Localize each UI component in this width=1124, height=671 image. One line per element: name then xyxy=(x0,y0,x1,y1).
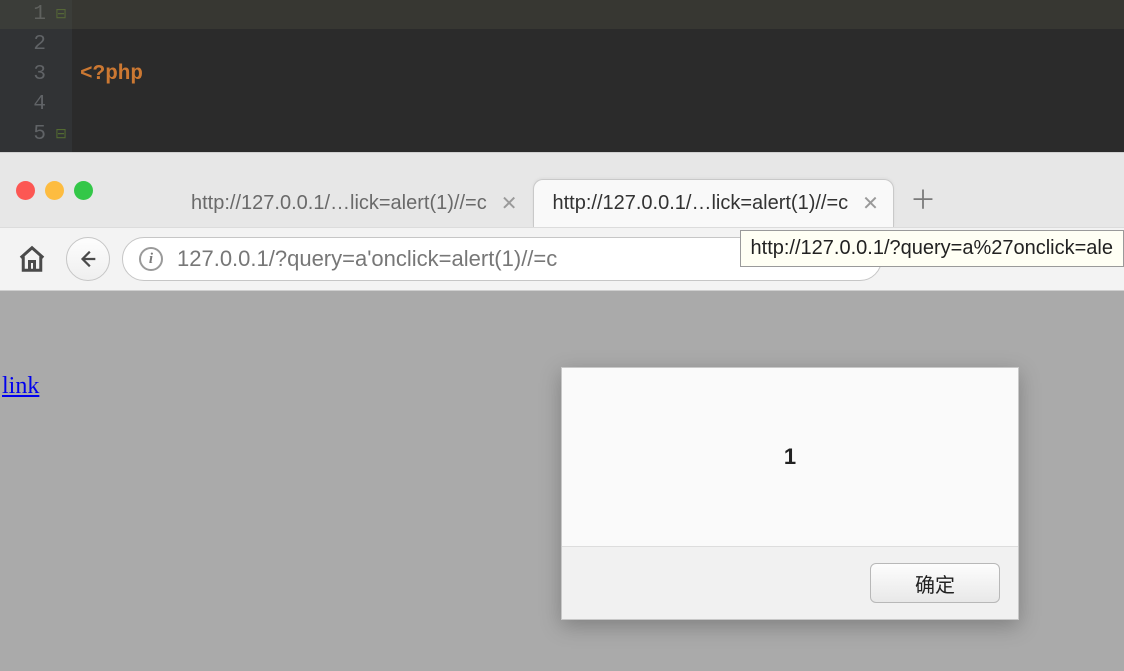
tab-label: http://127.0.0.1/…lick=alert(1)//=c xyxy=(191,192,487,215)
zoom-window-button[interactable] xyxy=(74,181,93,200)
tab-bar: http://127.0.0.1/…lick=alert(1)//=c ✕ ht… xyxy=(0,153,1124,227)
minimize-window-button[interactable] xyxy=(45,181,64,200)
browser-tab-active[interactable]: http://127.0.0.1/…lick=alert(1)//=c ✕ xyxy=(533,179,893,227)
tabs: http://127.0.0.1/…lick=alert(1)//=c ✕ ht… xyxy=(173,153,936,227)
line-number: 4 xyxy=(0,90,46,120)
home-button[interactable] xyxy=(10,237,54,281)
browser-window: http://127.0.0.1/…lick=alert(1)//=c ✕ ht… xyxy=(0,152,1124,671)
js-alert-dialog: 1 确定 xyxy=(561,367,1019,620)
code-body[interactable]: <?php $query = $_GET['query']; echo "<a … xyxy=(72,0,592,152)
close-window-button[interactable] xyxy=(16,181,35,200)
alert-footer: 确定 xyxy=(562,546,1018,619)
alert-message: 1 xyxy=(562,368,1018,546)
code-editor: ⊟ 1 2 3 4 5 ⊟ <?php $query = $_GET['quer… xyxy=(0,0,1124,152)
page-viewport: link 1 确定 xyxy=(0,291,1124,671)
toolbar: i http://127.0.0.1/?query=a%27onclick=al… xyxy=(0,227,1124,291)
close-tab-icon[interactable]: ✕ xyxy=(862,191,879,216)
browser-tab-inactive[interactable]: http://127.0.0.1/…lick=alert(1)//=c ✕ xyxy=(173,179,531,227)
code-line: $query = $_GET['query']; xyxy=(80,150,584,152)
close-tab-icon[interactable]: ✕ xyxy=(501,191,518,216)
php-open-tag: <?php xyxy=(80,63,143,86)
new-tab-button[interactable]: ＋ xyxy=(910,180,936,217)
code-line: <?php xyxy=(80,60,584,90)
url-tooltip: http://127.0.0.1/?query=a%27onclick=ale xyxy=(740,230,1124,267)
line-number: 5 xyxy=(0,120,46,150)
tab-label: http://127.0.0.1/…lick=alert(1)//=c xyxy=(552,192,848,215)
site-info-icon[interactable]: i xyxy=(139,247,163,271)
line-gutter: ⊟ 1 2 3 4 5 ⊟ xyxy=(0,0,72,152)
window-controls xyxy=(16,181,93,200)
back-button[interactable] xyxy=(66,237,110,281)
alert-ok-button[interactable]: 确定 xyxy=(870,563,1000,603)
line-number: 2 xyxy=(0,30,46,60)
page-link[interactable]: link xyxy=(2,373,39,400)
line-number: 3 xyxy=(0,60,46,90)
fold-close-icon: ⊟ xyxy=(54,120,68,150)
line-number: 1 xyxy=(0,0,46,30)
fold-open-icon: ⊟ xyxy=(54,0,68,30)
